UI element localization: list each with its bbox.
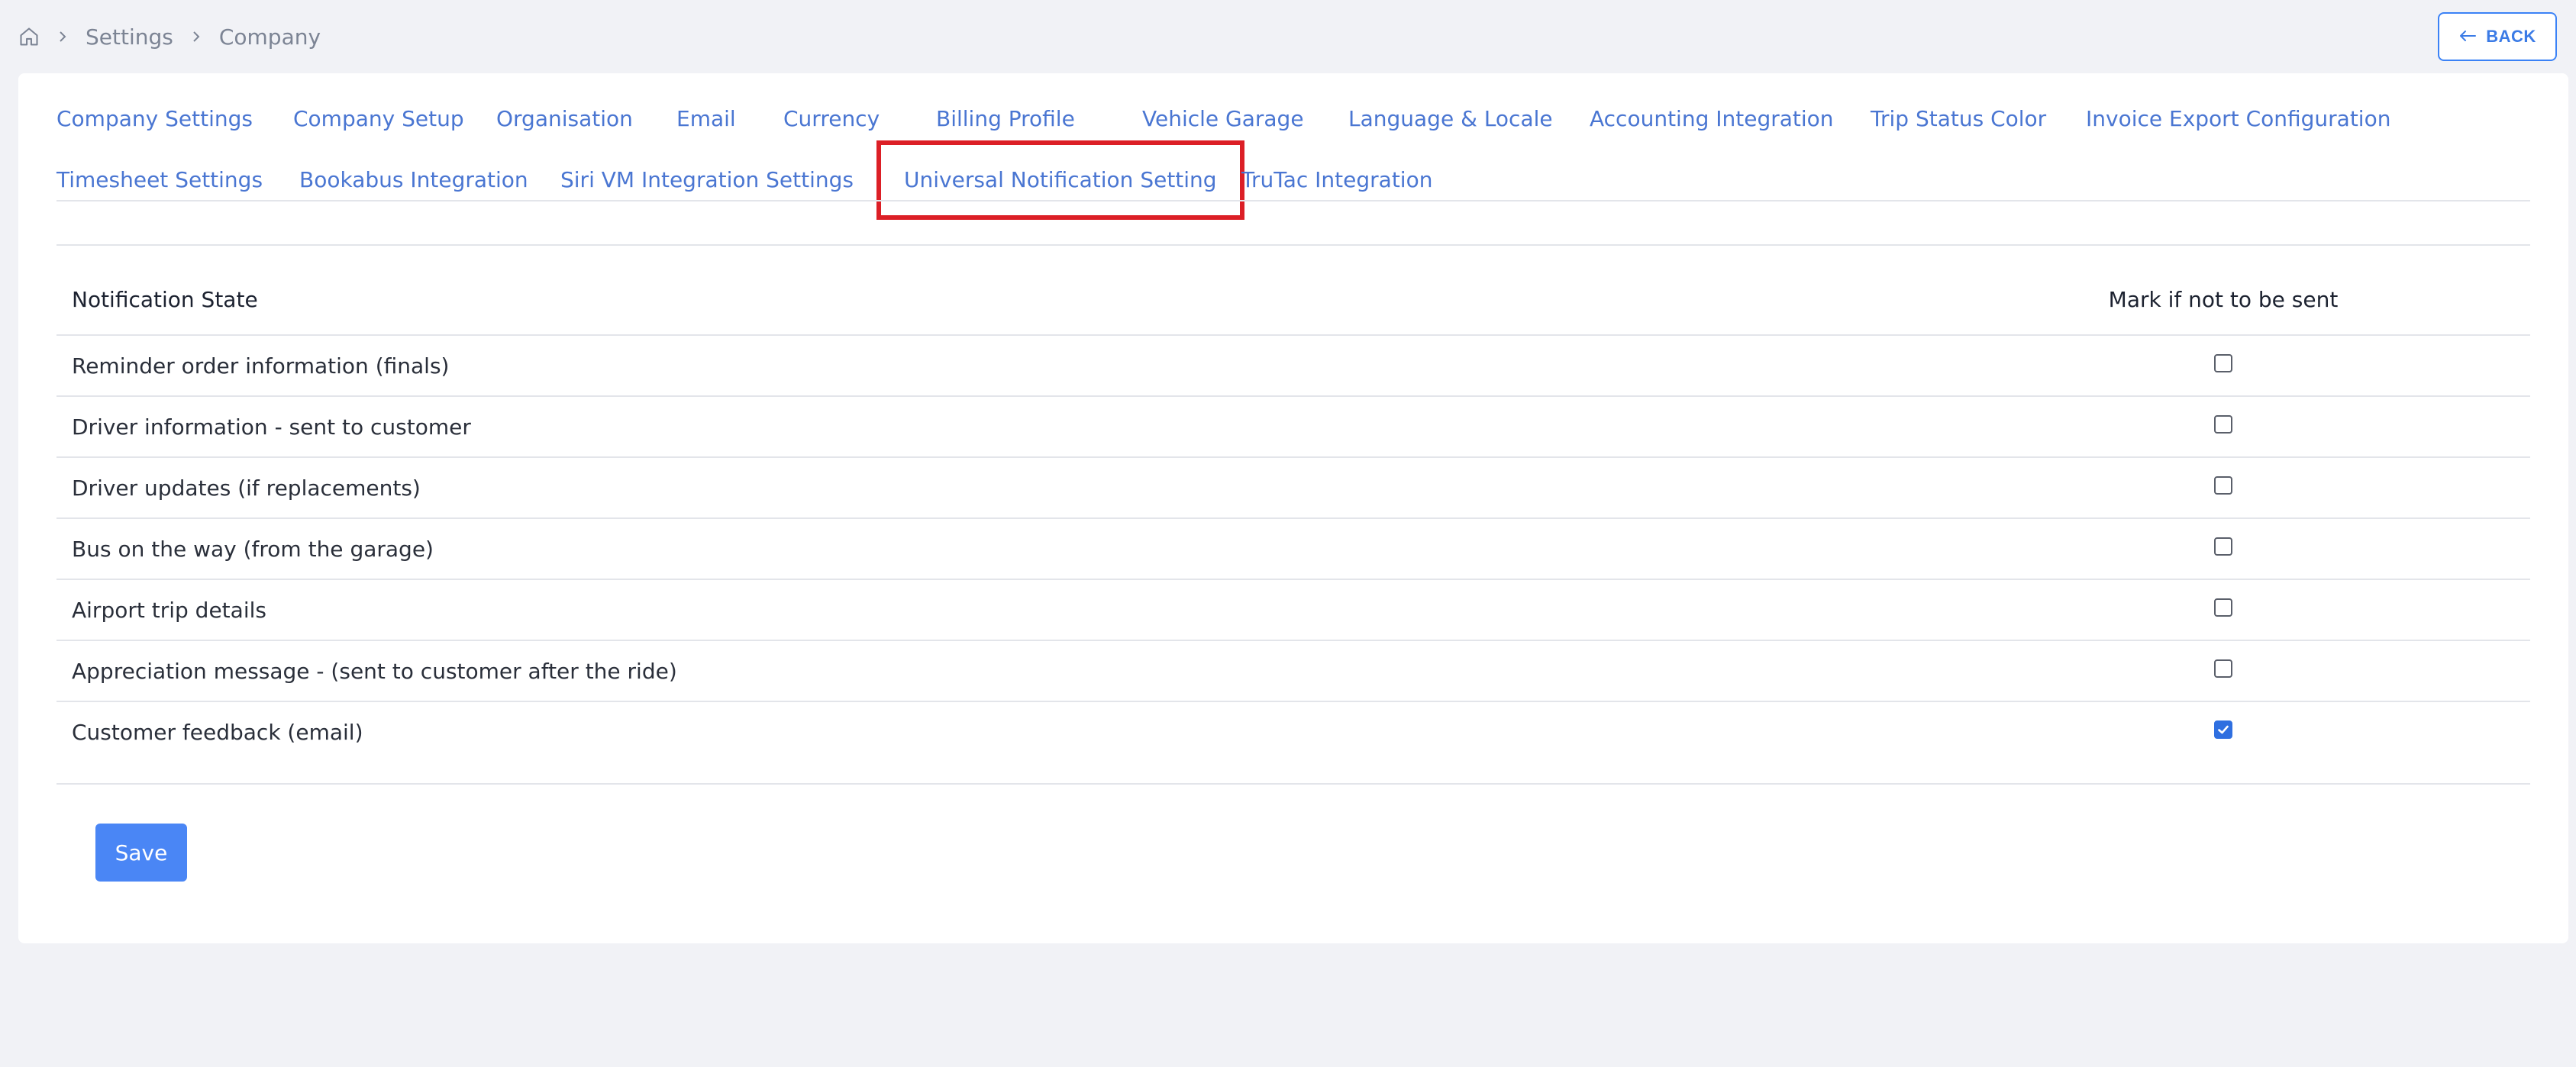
save-button[interactable]: Save (95, 824, 187, 882)
row-label: Driver updates (if replacements) (72, 475, 421, 501)
row-checkbox[interactable] (2214, 537, 2232, 556)
row-checkbox[interactable] (2214, 415, 2232, 434)
breadcrumb: Settings Company (18, 18, 321, 55)
tab-row-1: Company Settings Company Setup Organisat… (56, 89, 2530, 150)
tab-language-locale[interactable]: Language & Locale (1348, 89, 1553, 150)
table-row: Driver updates (if replacements) (56, 458, 2530, 519)
tab-universal-notification-setting[interactable]: Universal Notification Setting (876, 140, 1244, 220)
table-row: Bus on the way (from the garage) (56, 519, 2530, 580)
tab-trutac-integration[interactable]: TruTac Integration (1241, 150, 1432, 211)
tab-organisation[interactable]: Organisation (496, 89, 633, 150)
tab-company-settings[interactable]: Company Settings (56, 89, 253, 150)
tab-bookabus-integration[interactable]: Bookabus Integration (299, 150, 528, 211)
table-row: Appreciation message - (sent to customer… (56, 641, 2530, 702)
tab-accounting-integration[interactable]: Accounting Integration (1590, 89, 1834, 150)
header-mark-not-sent: Mark if not to be sent (2108, 287, 2339, 312)
row-checkbox[interactable] (2214, 476, 2232, 495)
breadcrumb-item-settings[interactable]: Settings (86, 24, 173, 50)
table-row: Customer feedback (email) (56, 702, 2530, 783)
row-label: Driver information - sent to customer (72, 414, 471, 440)
table-row: Driver information - sent to customer (56, 397, 2530, 458)
tab-invoice-export-configuration[interactable]: Invoice Export Configuration (2086, 89, 2390, 150)
row-checkbox[interactable] (2214, 598, 2232, 617)
notification-table: Notification State Mark if not to be sen… (56, 264, 2530, 783)
content-divider (56, 244, 2530, 246)
back-button-label: BACK (2486, 27, 2536, 46)
tab-billing-profile[interactable]: Billing Profile (936, 89, 1075, 150)
tab-bar: Company Settings Company Setup Organisat… (56, 89, 2530, 220)
tab-currency[interactable]: Currency (783, 89, 880, 150)
row-checkbox[interactable] (2214, 659, 2232, 678)
tabs-divider (56, 200, 2530, 201)
row-label: Customer feedback (email) (72, 720, 363, 745)
arrow-left-icon (2458, 27, 2477, 47)
breadcrumb-item-company: Company (218, 24, 321, 50)
row-checkbox[interactable] (2214, 720, 2232, 739)
table-row: Airport trip details (56, 580, 2530, 641)
table-header: Notification State Mark if not to be sen… (56, 264, 2530, 336)
tab-timesheet-settings[interactable]: Timesheet Settings (56, 150, 263, 211)
home-icon[interactable] (18, 26, 40, 47)
tab-company-setup[interactable]: Company Setup (293, 89, 464, 150)
table-row: Reminder order information (finals) (56, 336, 2530, 397)
header-notification-state: Notification State (72, 287, 258, 312)
top-bar: Settings Company BACK (0, 0, 2576, 73)
row-checkbox[interactable] (2214, 354, 2232, 372)
tab-siri-vm-integration-settings[interactable]: Siri VM Integration Settings (560, 150, 854, 211)
tab-email[interactable]: Email (676, 89, 736, 150)
tab-trip-status-color[interactable]: Trip Status Color (1871, 89, 2046, 150)
chevron-right-icon (56, 29, 69, 44)
settings-card: Company Settings Company Setup Organisat… (18, 73, 2568, 943)
row-label: Airport trip details (72, 598, 266, 623)
table-bottom-divider (56, 783, 2530, 785)
tab-row-2: Timesheet Settings Bookabus Integration … (56, 140, 2530, 220)
tab-vehicle-garage[interactable]: Vehicle Garage (1142, 89, 1304, 150)
chevron-right-icon (190, 29, 202, 44)
back-button[interactable]: BACK (2438, 12, 2557, 61)
row-label: Bus on the way (from the garage) (72, 537, 434, 562)
row-label: Appreciation message - (sent to customer… (72, 659, 677, 684)
row-label: Reminder order information (finals) (72, 353, 450, 379)
